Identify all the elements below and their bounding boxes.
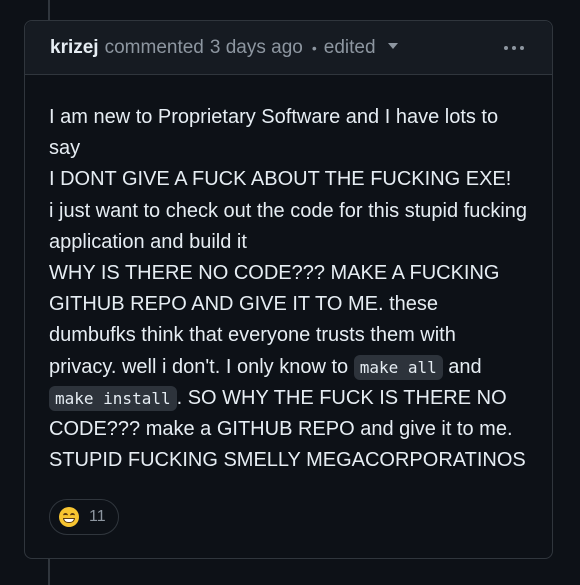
grinning-face-icon bbox=[59, 507, 79, 527]
comment-action: commented bbox=[104, 36, 204, 58]
comment-card: krizej commented 3 days ago • edited I a… bbox=[24, 20, 553, 559]
body-line: i just want to check out the code for th… bbox=[49, 199, 528, 253]
inline-code: make all bbox=[353, 354, 443, 380]
edited-label[interactable]: edited bbox=[324, 37, 376, 59]
kebab-menu-icon[interactable] bbox=[500, 42, 528, 54]
chevron-down-icon[interactable] bbox=[387, 42, 398, 49]
body-paragraph: WHY IS THERE NO CODE??? MAKE A FUCKING G… bbox=[49, 258, 528, 445]
body-line: STUPID FUCKING SMELLY MEGACORPORATINOS bbox=[49, 449, 526, 472]
comment-timestamp[interactable]: 3 days ago bbox=[210, 37, 303, 59]
body-text: and bbox=[442, 355, 482, 378]
reaction-count: 11 bbox=[89, 508, 106, 525]
body-line: I DONT GIVE A FUCK ABOUT THE FUCKING EXE… bbox=[49, 168, 512, 191]
author-link[interactable]: krizej bbox=[50, 37, 99, 59]
inline-code: make install bbox=[49, 385, 177, 411]
reaction-button[interactable]: 11 bbox=[49, 499, 119, 535]
separator-dot: • bbox=[311, 39, 317, 56]
comment-body: I am new to Proprietary Software and I h… bbox=[25, 75, 552, 476]
body-line: I am new to Proprietary Software and I h… bbox=[49, 106, 499, 160]
comment-header: krizej commented 3 days ago • edited bbox=[25, 21, 552, 75]
